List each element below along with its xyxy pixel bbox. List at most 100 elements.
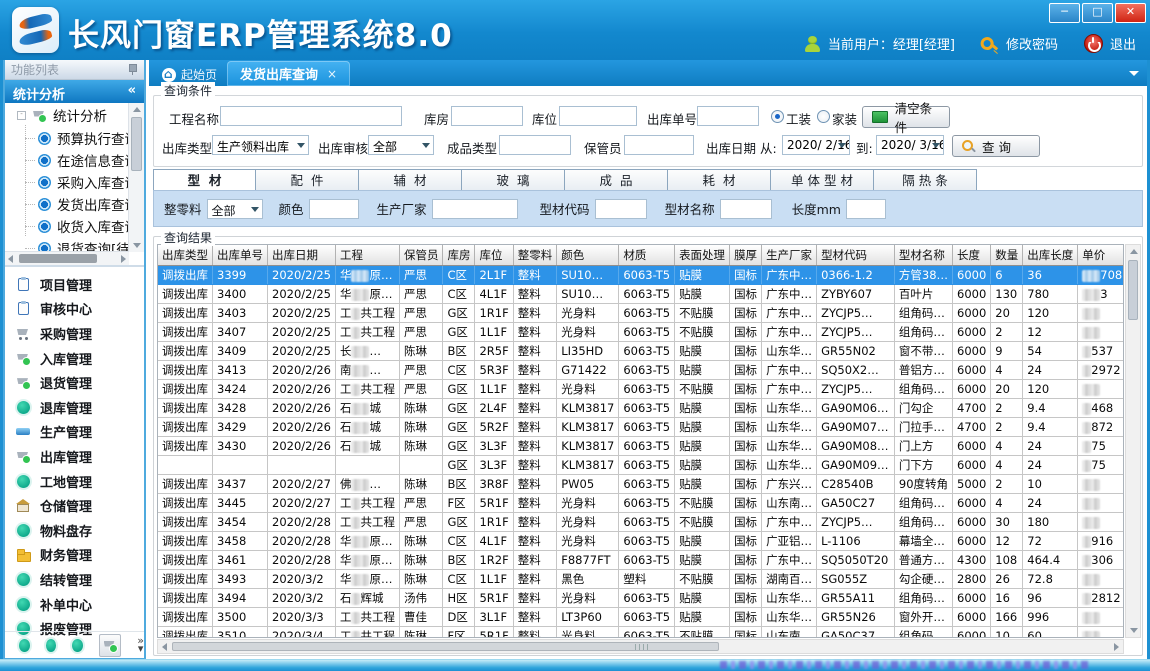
tree-horizontal-scrollbar[interactable] [5, 251, 129, 265]
tab-overflow-caret-icon[interactable] [1129, 71, 1139, 76]
location-input[interactable] [559, 106, 637, 126]
collapse-icon[interactable]: « [128, 83, 136, 98]
module-item-项目管理[interactable]: 项目管理 [5, 272, 144, 297]
column-header[interactable]: 库位 [475, 245, 513, 266]
grid-horizontal-scrollbar[interactable] [157, 639, 1124, 654]
tree-item[interactable]: 采购入库查询 [5, 171, 129, 193]
table-row[interactable]: 调拨出库34072020/2/25工共工程严思G区1L1F整料光身料6063-T… [158, 323, 1124, 342]
tree-item[interactable]: 退货查询[待定] [5, 237, 129, 252]
module-item-退库管理[interactable]: 退库管理 [5, 395, 144, 420]
module-item-结转管理[interactable]: 结转管理 [5, 567, 144, 592]
module-item-补单中心[interactable]: 补单中心 [5, 592, 144, 617]
table-row[interactable]: 调拨出库34542020/2/28工共工程严思G区1R1F整料光身料6063-T… [158, 513, 1124, 532]
logout-button[interactable]: 退出 [1110, 34, 1136, 53]
table-row[interactable]: 调拨出库34032020/2/25工共工程严思G区1R1F整料光身料6063-T… [158, 304, 1124, 323]
radio-jiazhuang[interactable] [817, 110, 830, 123]
grid-vertical-scrollbar[interactable] [1125, 244, 1141, 638]
tree-root[interactable]: - 统计分析 [5, 103, 129, 127]
column-header[interactable]: 膜厚 [730, 245, 762, 266]
column-header[interactable]: 出库日期 [268, 245, 336, 266]
change-password-button[interactable]: 修改密码 [1006, 34, 1058, 53]
out-audit-select[interactable]: 全部 [368, 135, 434, 155]
table-row[interactable]: 调拨出库34292020/2/26石城陈琳G区5R2F整料KLM38176063… [158, 418, 1124, 437]
overflow-chevron[interactable]: »▾ [137, 637, 144, 653]
tab-shipping-outbound-query[interactable]: 发货出库查询 × [227, 61, 350, 86]
tree-item[interactable]: 发货出库查询 [5, 193, 129, 215]
table-row[interactable]: 调拨出库34092020/2/25长…陈琳B区2R5F整料LI35HD6063-… [158, 342, 1124, 361]
table-row[interactable]: 调拨出库34582020/2/28华原…陈琳C区4L1F整料光身料6063-T5… [158, 532, 1124, 551]
table-row[interactable]: 调拨出库34932020/3/2华原…陈琳C区1L1F整料黑色塑料不贴膜国标湖南… [158, 570, 1124, 589]
table-row[interactable]: 调拨出库34132020/2/26南…严思C区5R3F整料G714226063-… [158, 361, 1124, 380]
date-from-select[interactable]: 2020/ 2/16 [782, 135, 850, 155]
module-item-退货管理[interactable]: 退货管理 [5, 370, 144, 395]
radio-gongzhuang[interactable] [771, 110, 784, 123]
table-row[interactable]: 调拨出库34302020/2/26石城陈琳G区3L3F整料KLM38176063… [158, 437, 1124, 456]
column-header[interactable]: 型材代码 [817, 245, 895, 266]
column-header[interactable]: 生产厂家 [762, 245, 817, 266]
search-button[interactable]: 查 询 [952, 135, 1040, 157]
section-header[interactable]: 统计分析 « [5, 80, 144, 103]
table-row[interactable]: 调拨出库34242020/2/26工共工程严思G区1L1F整料光身料6063-T… [158, 380, 1124, 399]
table-row[interactable]: 调拨出库33992020/2/25华原…严思C区2L1F整料SU10…6063-… [158, 266, 1124, 285]
module-item-财务管理[interactable]: 财务管理 [5, 543, 144, 568]
tree-expander-icon[interactable]: - [17, 111, 26, 120]
manufacturer-input[interactable] [432, 199, 518, 219]
table-row[interactable]: 调拨出库34612020/2/28华原…陈琳B区1R2F整料F8877FT606… [158, 551, 1124, 570]
table-row[interactable]: 调拨出库35102020/3/4工共工程陈琳F区5R1F整料光身料6063-T5… [158, 627, 1124, 639]
column-header[interactable]: 整零料 [513, 245, 557, 266]
date-to-select[interactable]: 2020/ 3/16 [876, 135, 944, 155]
module-item-入库管理[interactable]: 入库管理 [5, 346, 144, 371]
module-item-生产管理[interactable]: 生产管理 [5, 420, 144, 445]
module-cart-button[interactable] [99, 634, 121, 657]
table-row[interactable]: 调拨出库35002020/3/3工共工程曹佳D区3L1F整料LT3P606063… [158, 608, 1124, 627]
keeper-input[interactable] [624, 135, 694, 155]
column-header[interactable]: 长度 [953, 245, 991, 266]
tree-item[interactable]: 在途信息查询[待 [5, 149, 129, 171]
warehouse-input[interactable] [451, 106, 523, 126]
material-tab[interactable]: 成 品 [565, 169, 668, 191]
length-input[interactable] [846, 199, 886, 219]
column-header[interactable]: 库房 [443, 245, 475, 266]
column-header[interactable]: 单价 [1078, 245, 1124, 266]
column-header[interactable]: 颜色 [557, 245, 619, 266]
table-row[interactable]: G区3L3F整料KLM38176063-T5贴膜国标山东华…GA90M09…门下… [158, 456, 1124, 475]
column-header[interactable]: 保管员 [399, 245, 443, 266]
tree-item[interactable]: 预算执行查询 [5, 127, 129, 149]
material-tab[interactable]: 型 材 [153, 169, 256, 191]
pin-icon[interactable] [128, 64, 137, 74]
table-row[interactable]: 调拨出库34002020/2/25华原…严思C区4L1F整料SU10…6063-… [158, 285, 1124, 304]
module-item-物料盘存[interactable]: 物料盘存 [5, 518, 144, 543]
module-dot-icon[interactable] [19, 639, 30, 652]
close-button[interactable]: ✕ [1115, 3, 1146, 23]
maximize-button[interactable]: □ [1082, 3, 1113, 23]
column-header[interactable]: 材质 [619, 245, 675, 266]
whole-piece-select[interactable]: 全部 [207, 199, 263, 219]
minimize-button[interactable]: ─ [1049, 3, 1080, 23]
column-header[interactable]: 工程 [335, 245, 399, 266]
order-no-input[interactable] [697, 106, 759, 126]
table-row[interactable]: 调拨出库34372020/2/27佛…陈琳B区3R8F整料PW056063-T5… [158, 475, 1124, 494]
product-type-input[interactable] [499, 135, 571, 155]
radio-gongzhuang-label[interactable]: 工装 [786, 109, 811, 128]
column-header[interactable]: 出库类型 [158, 245, 213, 266]
module-item-工地管理[interactable]: 工地管理 [5, 469, 144, 494]
radio-jiazhuang-label[interactable]: 家装 [832, 109, 857, 128]
project-name-input[interactable] [220, 106, 402, 126]
module-item-审核中心[interactable]: 审核中心 [5, 297, 144, 322]
column-header[interactable]: 出库长度 [1023, 245, 1078, 266]
profile-code-input[interactable] [595, 199, 647, 219]
module-item-仓储管理[interactable]: 仓储管理 [5, 493, 144, 518]
material-tab[interactable]: 单 体 型 材 [771, 169, 874, 191]
column-header[interactable]: 表面处理 [675, 245, 730, 266]
module-dot-icon[interactable] [46, 639, 57, 652]
module-item-采购管理[interactable]: 采购管理 [5, 321, 144, 346]
column-header[interactable]: 出库单号 [213, 245, 268, 266]
material-tab[interactable]: 隔 热 条 [874, 169, 977, 191]
material-tab[interactable]: 耗 材 [668, 169, 771, 191]
color-input[interactable] [309, 199, 359, 219]
table-row[interactable]: 调拨出库34282020/2/26石城陈琳G区2L4F整料KLM38176063… [158, 399, 1124, 418]
column-header[interactable]: 型材名称 [894, 245, 952, 266]
module-dot-icon[interactable] [72, 639, 83, 652]
table-row[interactable]: 调拨出库34452020/2/27工共工程严思F区5R1F整料光身料6063-T… [158, 494, 1124, 513]
clear-conditions-button[interactable]: 清空条件 [862, 106, 950, 128]
